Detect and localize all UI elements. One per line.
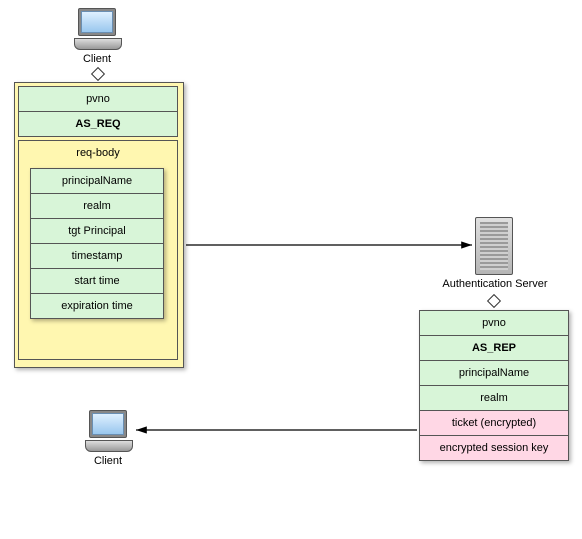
client-laptop-icon (74, 8, 120, 50)
response-group: pvnoAS_REPprincipalNamerealmticket (encr… (419, 310, 569, 461)
response-field: AS_REP (419, 335, 569, 361)
auth-server-label: Authentication Server (430, 278, 560, 290)
server-icon (475, 217, 513, 275)
response-field: realm (419, 385, 569, 411)
response-field: ticket (encrypted) (419, 410, 569, 436)
req-body-label: req-body (19, 141, 177, 165)
response-field: principalName (419, 360, 569, 386)
req-body-field: realm (30, 193, 164, 219)
req-msgtype: AS_REQ (18, 111, 178, 137)
client-laptop-icon-bottom (85, 410, 131, 452)
req-body-field: timestamp (30, 243, 164, 269)
response-field: pvno (419, 310, 569, 336)
req-body-fields: principalNamerealmtgt Principaltimestamp… (30, 168, 164, 319)
req-pvno: pvno (18, 86, 178, 112)
req-body-field: principalName (30, 168, 164, 194)
response-field: encrypted session key (419, 435, 569, 461)
aggregation-diamond-server (487, 294, 501, 308)
req-body-field: start time (30, 268, 164, 294)
client-top-label: Client (60, 53, 134, 65)
req-body-field: tgt Principal (30, 218, 164, 244)
req-body-field: expiration time (30, 293, 164, 319)
aggregation-diamond (91, 67, 105, 81)
client-bottom-label: Client (71, 455, 145, 467)
